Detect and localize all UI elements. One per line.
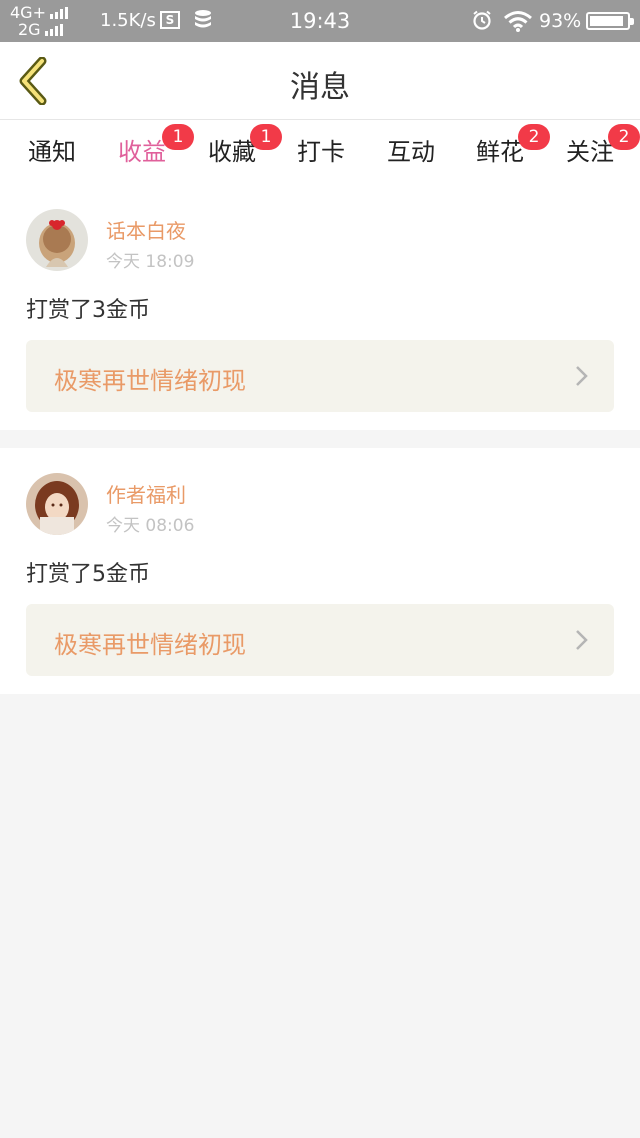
message-text: 打赏了3金币 (26, 298, 150, 323)
tab-flowers[interactable]: 鲜花 2 (474, 124, 550, 178)
tab-label: 互动 (387, 138, 435, 166)
alarm-icon (473, 10, 491, 30)
avatar[interactable] (26, 473, 88, 535)
avatar[interactable] (26, 209, 88, 271)
book-link[interactable]: 极寒再世情绪初现 (26, 604, 614, 676)
tab-label: 打卡 (297, 138, 345, 166)
top-nav-bar: 消息 (0, 42, 640, 120)
tab-bar: 通知 收益 1 收藏 1 打卡 互动 鲜花 2 关注 2 (0, 120, 640, 186)
message-card: 作者福利 今天 08:06 打赏了5金币 极寒再世情绪初现 (0, 448, 640, 694)
unread-badge: 2 (608, 124, 640, 150)
status-bar: 4G+ 2G 1.5K/s S 19:43 93% (0, 0, 640, 42)
page-title: 消息 (290, 70, 350, 105)
chevron-right-icon (576, 366, 588, 386)
tab-follows[interactable]: 关注 2 (564, 124, 640, 178)
chevron-right-icon (576, 630, 588, 650)
wifi-icon (504, 11, 532, 32)
tab-checkin[interactable]: 打卡 (295, 132, 347, 178)
message-time: 今天 08:06 (106, 516, 195, 536)
tab-label: 通知 (28, 138, 76, 166)
sender-name[interactable]: 作者福利 (106, 479, 186, 508)
book-title: 极寒再世情绪初现 (54, 631, 246, 659)
message-time: 今天 18:09 (106, 252, 195, 272)
message-card: 话本白夜 今天 18:09 打赏了3金币 极寒再世情绪初现 (0, 178, 640, 430)
unread-badge: 1 (250, 124, 282, 150)
book-title: 极寒再世情绪初现 (54, 367, 246, 395)
tab-label: 收益 (118, 138, 166, 166)
book-link[interactable]: 极寒再世情绪初现 (26, 340, 614, 412)
tab-earnings[interactable]: 收益 1 (116, 124, 194, 186)
battery-icon (586, 12, 634, 30)
unread-badge: 2 (518, 124, 550, 150)
sender-name[interactable]: 话本白夜 (106, 215, 186, 244)
tab-interaction[interactable]: 互动 (385, 132, 437, 178)
unread-badge: 1 (162, 124, 194, 150)
tab-favorites[interactable]: 收藏 1 (206, 124, 282, 178)
message-text: 打赏了5金币 (26, 562, 150, 587)
battery-percent: 93% (539, 10, 582, 32)
tab-notifications[interactable]: 通知 (26, 132, 78, 178)
